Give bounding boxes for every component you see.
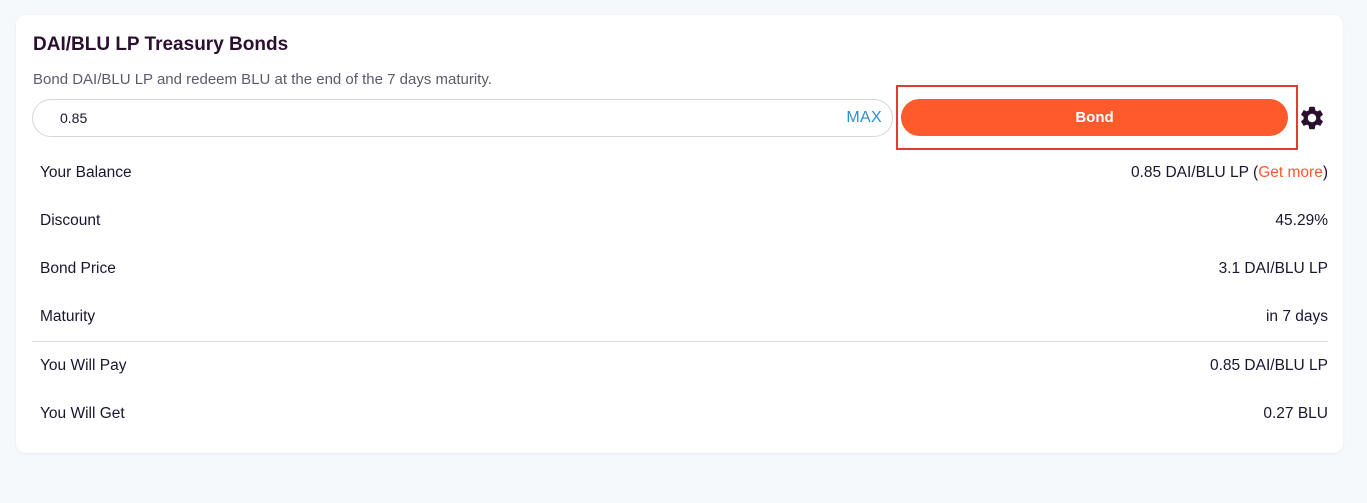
page-subtitle: Bond DAI/BLU LP and redeem BLU at the en…	[33, 71, 492, 88]
get-row: You Will Get 0.27 BLU	[32, 390, 1328, 438]
bond-details: Your Balance 0.85 DAI/BLU LP (Get more) …	[32, 149, 1328, 438]
amount-input[interactable]	[60, 108, 820, 128]
bond-button[interactable]: Bond	[901, 99, 1288, 136]
pay-label: You Will Pay	[40, 357, 127, 374]
discount-value: 45.29%	[1275, 212, 1328, 229]
pay-row: You Will Pay 0.85 DAI/BLU LP	[32, 342, 1328, 390]
balance-label: Your Balance	[40, 164, 132, 181]
get-label: You Will Get	[40, 405, 125, 422]
balance-paren-open: (	[1248, 164, 1259, 181]
discount-label: Discount	[40, 212, 101, 229]
pay-value: 0.85 DAI/BLU LP	[1209, 357, 1328, 374]
page-title: DAI/BLU LP Treasury Bonds	[33, 34, 289, 55]
balance-value-group: 0.85 DAI/BLU LP (Get more)	[1131, 164, 1328, 182]
bond-card: DAI/BLU LP Treasury Bonds Bond DAI/BLU L…	[16, 15, 1343, 453]
get-more-link[interactable]: Get more	[1258, 164, 1323, 181]
maturity-row: Maturity in 7 days	[32, 293, 1328, 341]
discount-row: Discount 45.29%	[32, 197, 1328, 245]
gear-icon[interactable]	[1298, 104, 1326, 132]
bond-price-label: Bond Price	[40, 260, 116, 277]
max-button[interactable]: MAX	[846, 109, 882, 127]
maturity-label: Maturity	[40, 308, 96, 325]
balance-row: Your Balance 0.85 DAI/BLU LP (Get more)	[32, 149, 1328, 197]
amount-input-container: MAX	[32, 99, 893, 137]
bond-price-row: Bond Price 3.1 DAI/BLU LP	[32, 245, 1328, 293]
balance-value: 0.85 DAI/BLU LP	[1130, 164, 1249, 181]
get-value: 0.27 BLU	[1263, 405, 1328, 422]
balance-paren-close: )	[1322, 164, 1328, 181]
bond-price-value: 3.1 DAI/BLU LP	[1218, 260, 1328, 277]
maturity-value: in 7 days	[1265, 308, 1328, 325]
